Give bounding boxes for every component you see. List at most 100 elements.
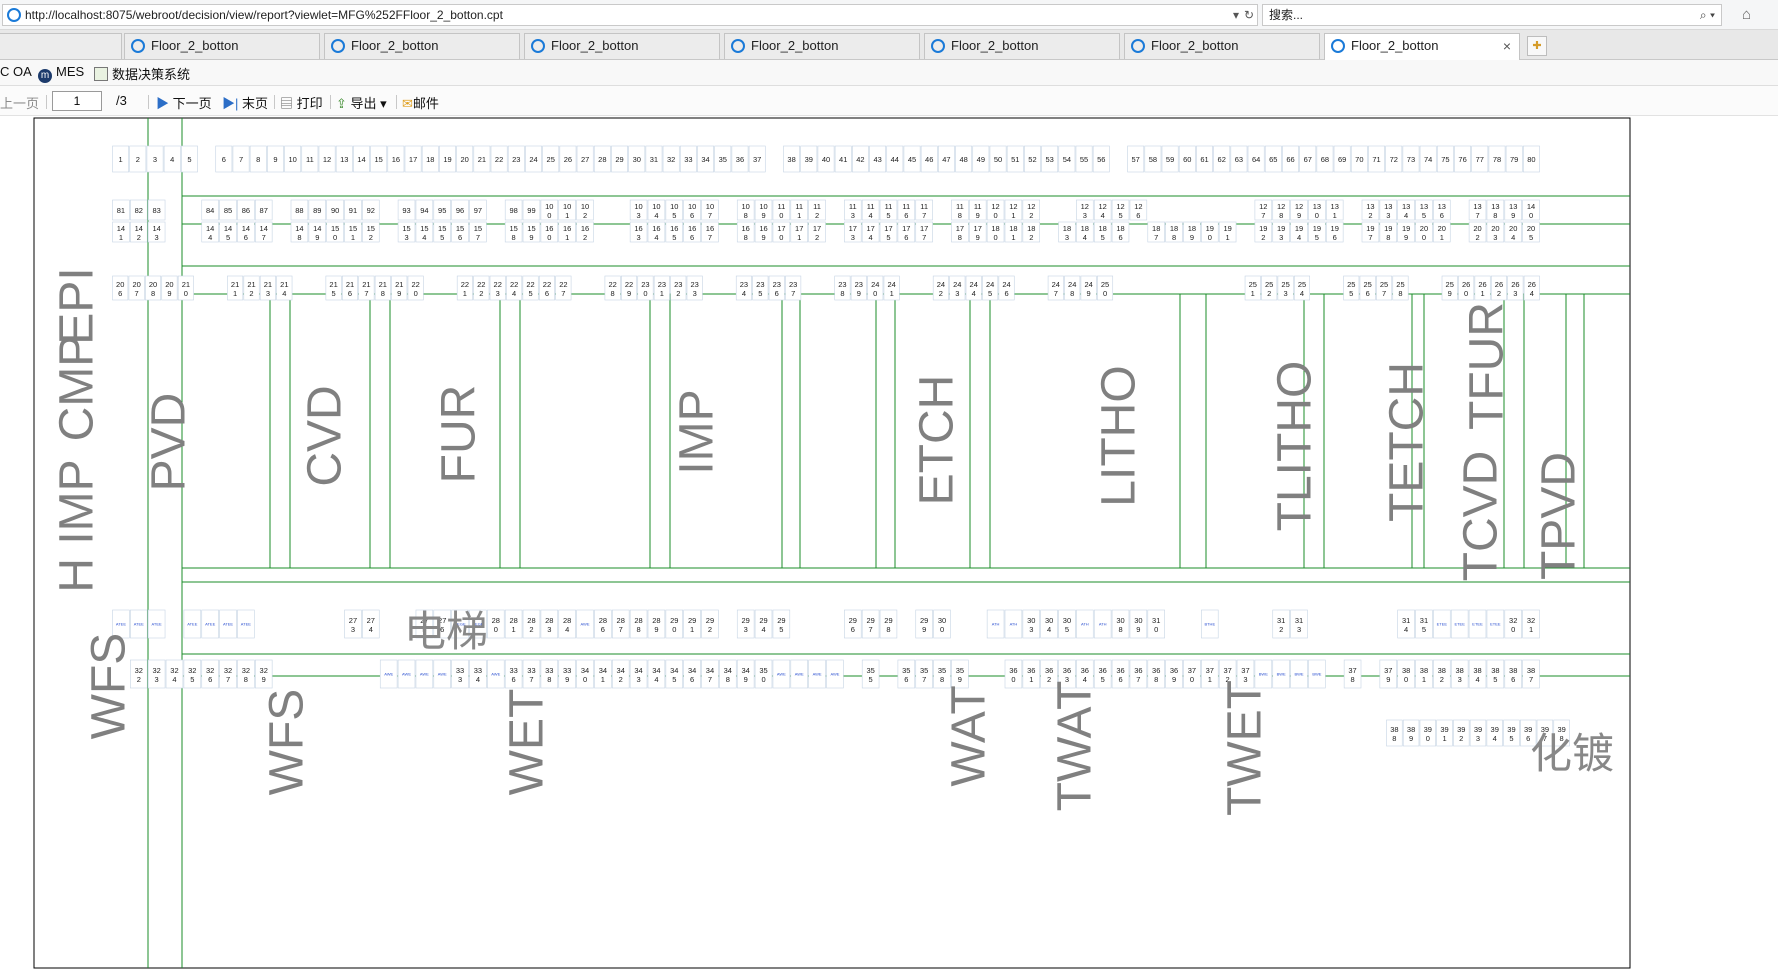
tool-number: 31	[650, 155, 658, 164]
last-page-button[interactable]: ▶| 末页	[222, 93, 268, 112]
bay-label: TWAT	[1049, 681, 1102, 812]
tool-code: AWE	[491, 672, 500, 677]
tool-number: 63	[1235, 155, 1243, 164]
tool-number: 89	[313, 206, 321, 215]
tool-code: ATEE	[241, 622, 251, 627]
tool-number: 67	[1304, 155, 1312, 164]
toolbar-separator	[330, 95, 331, 109]
tab-4[interactable]: Floor_2_botton	[724, 33, 920, 59]
tab-0[interactable]: botton	[0, 33, 122, 59]
tool-number: 55	[1080, 155, 1088, 164]
floor-plan-report: 1 2 3 4 5 6 7 8 9 10 11 12 13 14 15 16 17 18 19 20 21 22 23 24 2…	[0, 116, 1778, 974]
home-icon[interactable]: ⌂	[1742, 6, 1751, 23]
tool-number: 99	[527, 206, 535, 215]
tool-number: 14	[357, 155, 365, 164]
tool-number: 43	[873, 155, 881, 164]
bay-label: EPI	[51, 267, 104, 344]
tool-number: 48	[959, 155, 967, 164]
tool-number: 73	[1407, 155, 1415, 164]
tool-number: 98	[509, 206, 517, 215]
fav-decision-system[interactable]: 数据决策系统	[94, 64, 190, 83]
elevator-label: 电梯	[404, 607, 488, 656]
export-icon: ⇪	[336, 96, 351, 111]
tool-number: 78	[1493, 155, 1501, 164]
bay-labels: PVD CVD FUR IMP ETCH LITHO TLITHO TETCH TFUR TCVD…	[51, 267, 1614, 816]
tool-number: 64	[1252, 155, 1260, 164]
tool-number: 79	[1510, 155, 1518, 164]
tool-number: 39	[805, 155, 813, 164]
close-icon[interactable]: ×	[1503, 34, 1511, 58]
new-tab-button[interactable]: ✚	[1527, 36, 1547, 56]
tool-number: 80	[1527, 155, 1535, 164]
search-icon[interactable]: ⌕ ▾	[1700, 5, 1715, 25]
tool-number: 3	[153, 155, 157, 164]
tool-number: 72	[1390, 155, 1398, 164]
next-page-button[interactable]: ▶ 下一页	[156, 93, 212, 112]
page-total: /3	[116, 93, 127, 108]
tool-code: AWE	[830, 672, 839, 677]
tool-number: 24	[529, 155, 537, 164]
page-number-input[interactable]	[52, 91, 102, 111]
tool-number: 35	[719, 155, 727, 164]
export-button[interactable]: ⇪ 导出 ▾	[336, 93, 387, 112]
print-button[interactable]: ▤ 打印	[280, 93, 323, 112]
tool-number: 59	[1166, 155, 1174, 164]
fav-oa-label: C OA	[0, 64, 32, 79]
skip-end-icon: ▶|	[222, 96, 242, 111]
search-placeholder: 搜索...	[1269, 8, 1304, 22]
tool-number: 1	[119, 155, 123, 164]
search-input[interactable]: 搜索... ⌕ ▾	[1262, 4, 1722, 26]
tab-1[interactable]: Floor_2_botton	[124, 33, 320, 59]
tab-label: Floor_2_botton	[751, 38, 839, 53]
tool-number: 69	[1338, 155, 1346, 164]
last-label: 末页	[242, 96, 269, 111]
bay-label: TWET	[1219, 680, 1272, 816]
tool-number: 29	[615, 155, 623, 164]
tool-number: 17	[409, 155, 417, 164]
address-bar: http://localhost:8075/webroot/decision/v…	[0, 0, 1778, 30]
chevron-down-icon: ▾	[376, 96, 387, 111]
prev-page-button[interactable]: 上一页	[0, 93, 39, 112]
tool-number: 58	[1149, 155, 1157, 164]
url-input[interactable]: http://localhost:8075/webroot/decision/v…	[2, 4, 1258, 26]
fav-mes-label: MES	[56, 64, 85, 79]
tool-number: 8	[256, 155, 260, 164]
tab-5[interactable]: Floor_2_botton	[924, 33, 1120, 59]
mail-button[interactable]: ✉邮件	[402, 93, 439, 112]
tool-number: 37	[753, 155, 761, 164]
refresh-icon[interactable]: ↻	[1244, 5, 1254, 25]
bay-label: WFS	[83, 633, 136, 740]
bay-label: WET	[501, 689, 554, 796]
fav-oa[interactable]: C OA	[0, 64, 32, 79]
tool-code: AWE	[384, 672, 393, 677]
tool-number: 52	[1028, 155, 1036, 164]
tab-label: Floor_2_botton	[1351, 38, 1439, 53]
tab-7-active[interactable]: Floor_2_botton ×	[1324, 33, 1520, 60]
tool-number: 61	[1200, 155, 1208, 164]
printer-icon: ▤	[280, 96, 297, 111]
plating-label: 化镀	[1530, 729, 1614, 778]
tool-number: 23	[512, 155, 520, 164]
tab-2[interactable]: Floor_2_botton	[324, 33, 520, 59]
tool-number: 33	[684, 155, 692, 164]
tool-number: 15	[375, 155, 383, 164]
tool-number: 84	[206, 206, 214, 215]
tab-label: Floor_2_botton	[351, 38, 439, 53]
tab-label: Floor_2_botton	[1151, 38, 1239, 53]
tool-number: 66	[1286, 155, 1294, 164]
tool-number: 68	[1321, 155, 1329, 164]
tab-label: Floor_2_botton	[551, 38, 639, 53]
dropdown-icon[interactable]: ▾	[1233, 5, 1239, 25]
fav-mes[interactable]: m MES	[38, 64, 84, 83]
tab-label: Floor_2_botton	[951, 38, 1039, 53]
tool-number: 36	[736, 155, 744, 164]
tab-6[interactable]: Floor_2_botton	[1124, 33, 1320, 59]
tab-3[interactable]: Floor_2_botton	[524, 33, 720, 59]
tool-number: 81	[117, 206, 125, 215]
floor-plan-canvas: 1 2 3 4 5 6 7 8 9 10 11 12 13 14 15 16 17 18 19 20 21 22 23 24 2…	[33, 117, 1631, 969]
tool-code: ETEE	[1490, 622, 1501, 627]
export-label: 导出	[350, 96, 377, 111]
tool-code: BWE	[1312, 672, 1321, 677]
fav-decision-label: 数据决策系统	[112, 67, 191, 82]
tool-code: ATEE	[187, 622, 197, 627]
